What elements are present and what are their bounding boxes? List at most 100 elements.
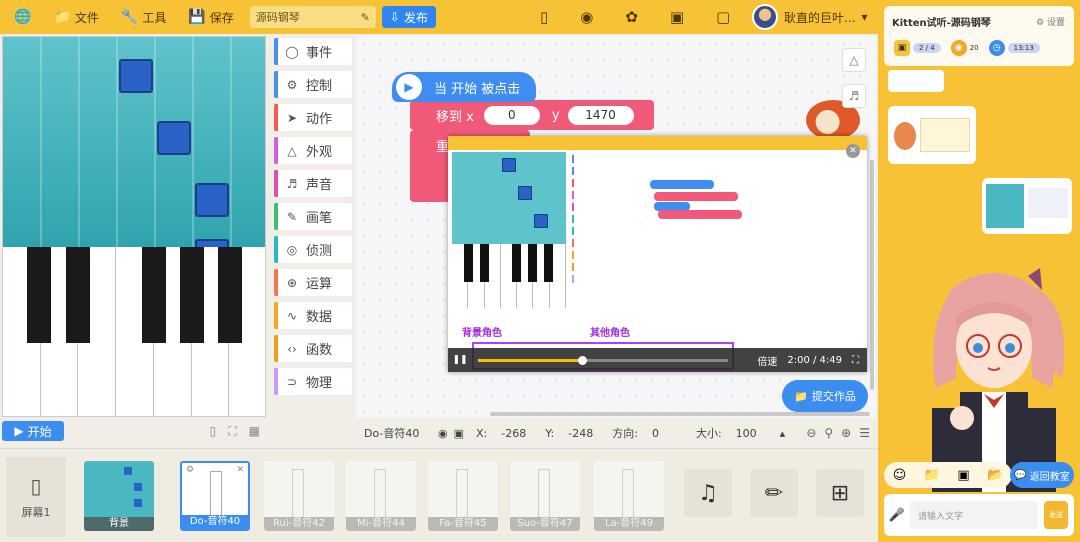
paint-icon[interactable]: ✏ <box>750 469 798 517</box>
robot-icon[interactable]: ▣ <box>670 8 684 26</box>
sprite-do[interactable]: ⚙ ✕ Do-音符40 <box>180 461 250 531</box>
category-looks[interactable]: △ 外观 <box>274 137 352 164</box>
kitten-icon[interactable]: ◉ <box>580 8 593 26</box>
video-note <box>518 186 532 200</box>
video-categories <box>572 154 612 304</box>
direction-field[interactable]: 0 <box>652 427 696 440</box>
chat-bubble <box>888 70 944 92</box>
project-name-input[interactable]: 源码钢琴 ✎ <box>249 6 376 28</box>
publish-icon: ⇩ <box>389 10 400 24</box>
screen-tab[interactable]: ▯ 屏幕1 <box>6 457 66 537</box>
globe-icon[interactable]: 🌐 <box>14 10 31 24</box>
vertical-scrollbar[interactable] <box>870 160 874 390</box>
emoji-icon[interactable]: ☺ <box>893 468 907 483</box>
speed-button[interactable]: 倍速 <box>757 353 777 368</box>
thumb-stage <box>986 184 1024 228</box>
category-functions[interactable]: ‹› 函数 <box>274 335 352 362</box>
tutorial-video[interactable]: 背景角色 其他角色 ❚❚ 倍速 2:00 / 4:49 ⛶ <box>448 136 867 372</box>
lock-icon[interactable]: ▣ <box>454 427 464 440</box>
user-menu[interactable]: 耿直的巨叶... ▾ <box>752 4 867 30</box>
category-sound[interactable]: ♬ 声音 <box>274 170 352 197</box>
grid-icon[interactable]: ▦ <box>249 424 260 439</box>
pause-icon[interactable]: ❚❚ <box>448 355 472 365</box>
video-progress-fill <box>478 358 582 362</box>
phone-icon[interactable]: ▯ <box>540 8 548 26</box>
microphone-icon[interactable]: 🎤 <box>884 508 910 523</box>
black-key[interactable] <box>218 247 242 343</box>
file-menu[interactable]: 📁 文件 <box>53 9 98 26</box>
music-icon[interactable]: ♫ <box>684 469 732 517</box>
return-classroom-button[interactable]: 💬 返回教室 <box>1010 462 1074 488</box>
x-field[interactable]: -268 <box>501 427 545 440</box>
black-key[interactable] <box>66 247 90 343</box>
lane-line <box>154 37 156 247</box>
category-pen[interactable]: ✎ 画笔 <box>274 203 352 230</box>
zoom-out-icon[interactable]: ⊖ <box>806 426 816 440</box>
shirt-icon[interactable]: △ <box>842 48 866 72</box>
x-value-input[interactable]: 0 <box>483 105 540 125</box>
y-value-input[interactable]: 1470 <box>567 105 634 125</box>
category-sensing[interactable]: ◎ 侦测 <box>274 236 352 263</box>
other-sprite-label: 其他角色 <box>588 324 632 339</box>
close-icon[interactable]: ✕ <box>846 144 860 158</box>
submit-work-button[interactable]: 📁 提交作品 <box>782 380 868 412</box>
publish-button[interactable]: ⇩ 发布 <box>381 6 436 28</box>
video-progress[interactable] <box>478 355 728 365</box>
start-button[interactable]: ▶ 开始 <box>2 421 64 441</box>
chat-input[interactable]: 请输入文字 <box>910 501 1038 529</box>
y-field[interactable]: -248 <box>568 427 612 440</box>
device-icon[interactable]: ▯ <box>210 424 217 439</box>
clock-icon: ◷ <box>988 40 1005 56</box>
eye-icon[interactable]: ◉ <box>438 427 448 440</box>
chat-icon: 💬 <box>1014 469 1027 481</box>
code-icon: ‹› <box>287 341 297 356</box>
settings-button[interactable]: ⚙ 设置 <box>1036 15 1065 28</box>
extension-icon[interactable]: ✿ <box>625 8 638 26</box>
sprite-name[interactable]: Do-音符40 <box>364 425 432 441</box>
image-folder-icon[interactable]: ▢ <box>716 8 730 26</box>
block-move-to[interactable]: 移到 x 0 y 1470 <box>410 100 654 130</box>
size-field[interactable]: 100 <box>736 427 780 440</box>
category-events[interactable]: ◯ 事件 <box>274 38 352 65</box>
add-folder-icon[interactable]: ⊞ <box>816 469 864 517</box>
chevron-up-icon[interactable]: ▴ <box>780 427 786 440</box>
lesson-thumbnail[interactable] <box>982 178 1072 234</box>
zoom-reset-icon[interactable]: ⚲ <box>824 426 833 440</box>
sprite-suo[interactable]: Suo-音符47 <box>510 461 580 531</box>
category-physics[interactable]: ⊃ 物理 <box>274 368 352 395</box>
fullscreen-icon[interactable]: ⛶ <box>228 424 236 439</box>
sprite-background[interactable]: 背景 <box>84 461 154 531</box>
screenshot-icon[interactable]: ▣ <box>957 468 969 483</box>
horizontal-scrollbar[interactable] <box>490 412 870 416</box>
category-control[interactable]: ⚙ 控制 <box>274 71 352 98</box>
block-when-start-clicked[interactable]: ▶ 当 开始 被点击 <box>392 72 536 102</box>
gear-icon[interactable]: ⚙ <box>186 465 194 475</box>
save-button[interactable]: 💾 保存 <box>188 9 233 26</box>
speaker-icon[interactable]: ♬ <box>842 84 866 108</box>
coin-icon: ◉ <box>950 40 967 56</box>
sprite-fa[interactable]: Fa-音符45 <box>428 461 498 531</box>
lesson-thumbnail[interactable] <box>888 106 976 164</box>
close-icon[interactable]: ✕ <box>236 465 244 475</box>
category-motion[interactable]: ➤ 动作 <box>274 104 352 131</box>
sprite-la[interactable]: La-音符49 <box>594 461 664 531</box>
folder-icon[interactable]: 📁 <box>924 468 940 483</box>
zoom-in-icon[interactable]: ⊕ <box>841 426 851 440</box>
menu-icon[interactable]: ☰ <box>859 426 870 440</box>
video-progress-knob[interactable] <box>577 355 587 365</box>
tools-menu[interactable]: 🔧 工具 <box>121 9 166 26</box>
black-key[interactable] <box>142 247 166 343</box>
send-button[interactable]: 发送 <box>1044 501 1068 529</box>
sprite-rui[interactable]: Rui-音符42 <box>264 461 334 531</box>
black-key[interactable] <box>180 247 204 343</box>
category-data[interactable]: ∿ 数据 <box>274 302 352 329</box>
panel-tools: ☺ 📁 ▣ 📂 <box>884 462 1012 488</box>
category-operators[interactable]: ⊕ 运算 <box>274 269 352 296</box>
fullscreen-icon[interactable]: ⛶ <box>852 355 859 366</box>
video-black-key <box>480 244 489 282</box>
sprite-mi[interactable]: Mi-音符44 <box>346 461 416 531</box>
avatar <box>752 4 778 30</box>
file-icon[interactable]: 📂 <box>987 468 1003 483</box>
stage[interactable] <box>2 36 266 417</box>
black-key[interactable] <box>27 247 51 343</box>
